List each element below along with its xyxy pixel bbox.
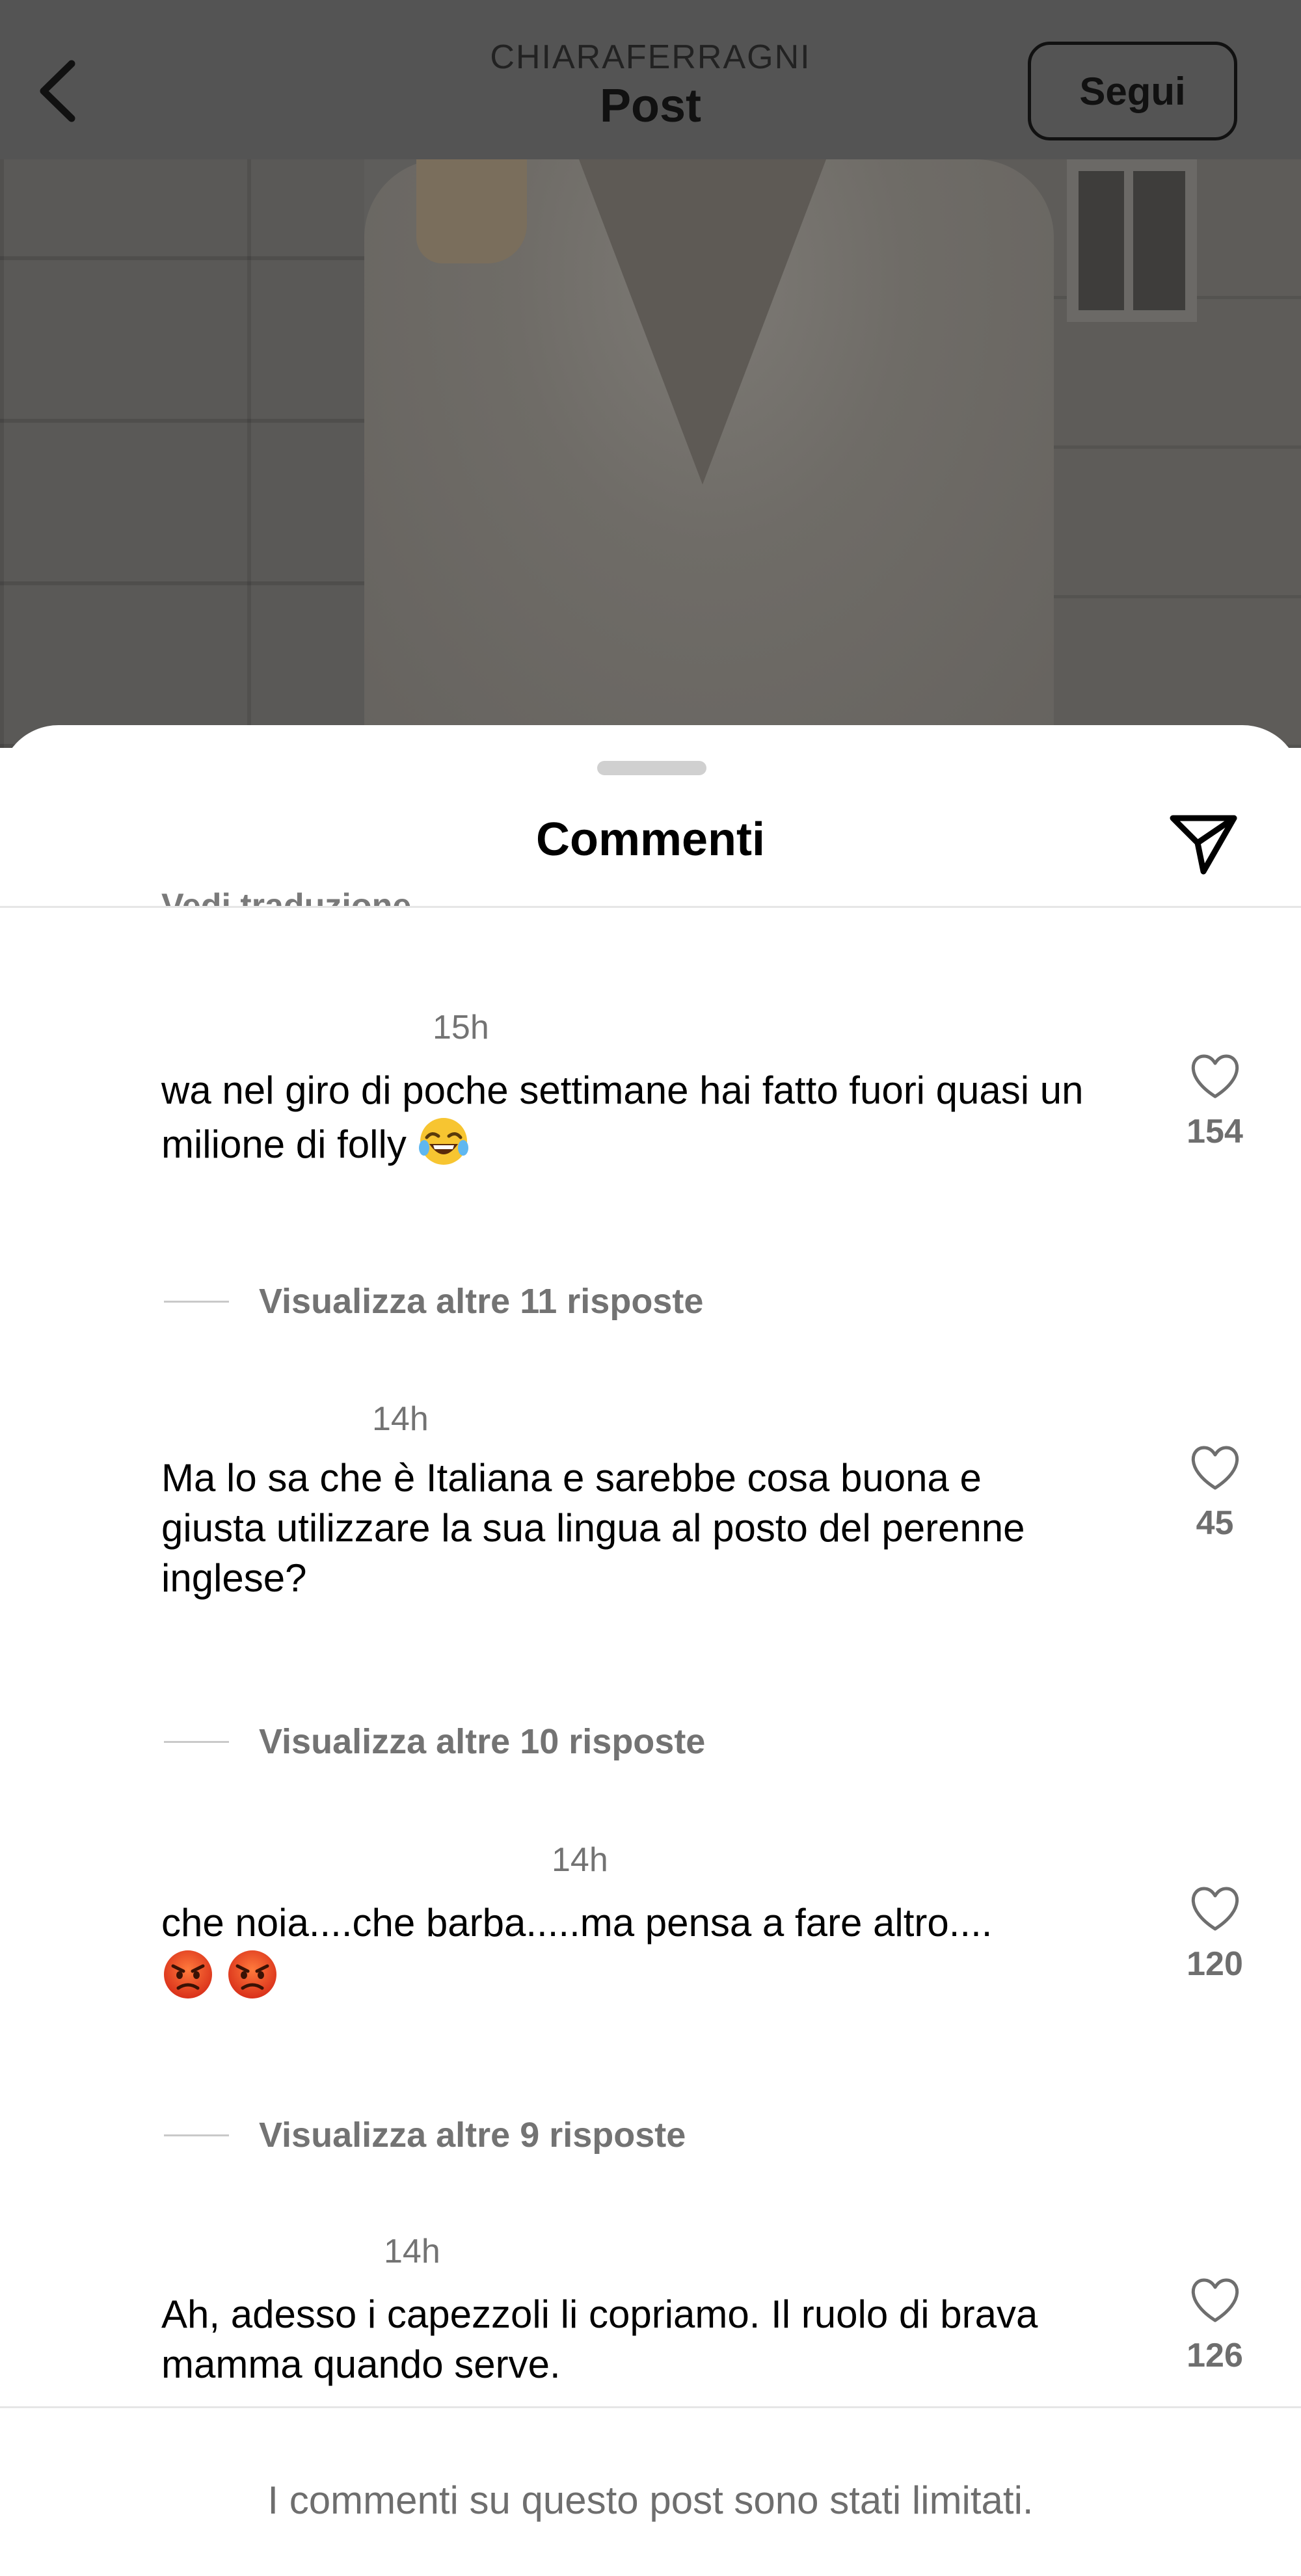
like-control: 120: [1171, 1886, 1259, 1984]
photo-wall-left: [0, 159, 364, 748]
share-button[interactable]: [1168, 806, 1239, 878]
comment-text: Ma lo sa che è Italiana e sarebbe cosa b…: [161, 1456, 1025, 1600]
view-replies-button[interactable]: Visualizza altre 11 risposte: [164, 1281, 703, 1321]
heart-icon[interactable]: [1188, 1445, 1242, 1492]
top-nav-bar: CHIARAFERRAGNI Post Segui: [0, 0, 1301, 159]
photo-hair: [416, 159, 527, 263]
footer-divider: [0, 2406, 1301, 2408]
like-control: 126: [1171, 2277, 1259, 2375]
photo-window: [1067, 159, 1197, 322]
like-count: 45: [1196, 1504, 1234, 1542]
heart-icon[interactable]: [1188, 1054, 1242, 1100]
sheet-grabber[interactable]: [597, 761, 706, 775]
sheet-title: Commenti: [535, 814, 766, 866]
view-replies-button[interactable]: Visualizza altre 10 risposte: [164, 1721, 705, 1762]
comment-text: wa nel giro di poche settimane hai fatto…: [161, 1065, 1105, 1179]
like-count: 120: [1187, 1945, 1243, 1983]
replies-line: [164, 1300, 229, 1303]
angry-face-icon: [226, 1948, 279, 2013]
follow-button[interactable]: Segui: [1028, 42, 1237, 140]
sheet-divider: [0, 906, 1301, 908]
replies-line: [164, 2134, 229, 2136]
angry-face-icon: [161, 1948, 215, 2013]
like-count: 154: [1187, 1113, 1243, 1150]
replies-line: [164, 1740, 229, 1743]
comment-body: wa nel giro di poche settimane hai fatto…: [161, 1069, 1084, 1166]
see-translation-link[interactable]: Vedi traduzione: [161, 880, 411, 906]
like-control: 45: [1171, 1445, 1259, 1543]
comments-limited-notice: I commenti su questo post sono stati lim…: [267, 2478, 1034, 2522]
view-replies-button[interactable]: Visualizza altre 9 risposte: [164, 2115, 686, 2155]
comment-body: che noia....che barba.....ma pensa a far…: [161, 1901, 993, 1945]
view-replies-label: Visualizza altre 10 risposte: [259, 1722, 706, 1761]
laughing-emoji-icon: [418, 1115, 470, 1179]
like-control: 154: [1171, 1054, 1259, 1151]
like-count: 126: [1187, 2337, 1243, 2374]
comment-timestamp: 14h: [384, 2233, 440, 2270]
heart-icon[interactable]: [1188, 1886, 1242, 1933]
comment-text: Ah, adesso i capezzoli li copriamo. Il r…: [161, 2292, 1038, 2386]
comment-timestamp: 14h: [372, 1400, 429, 1438]
view-replies-label: Visualizza altre 11 risposte: [259, 1282, 704, 1321]
heart-icon[interactable]: [1188, 2277, 1242, 2324]
view-replies-label: Visualizza altre 9 risposte: [259, 2116, 686, 2155]
comment-timestamp: 14h: [552, 1841, 608, 1879]
comment-timestamp: 15h: [433, 1009, 489, 1046]
paper-plane-icon: [1170, 815, 1237, 875]
comment-text: che noia....che barba.....ma pensa a far…: [161, 1898, 1105, 2013]
